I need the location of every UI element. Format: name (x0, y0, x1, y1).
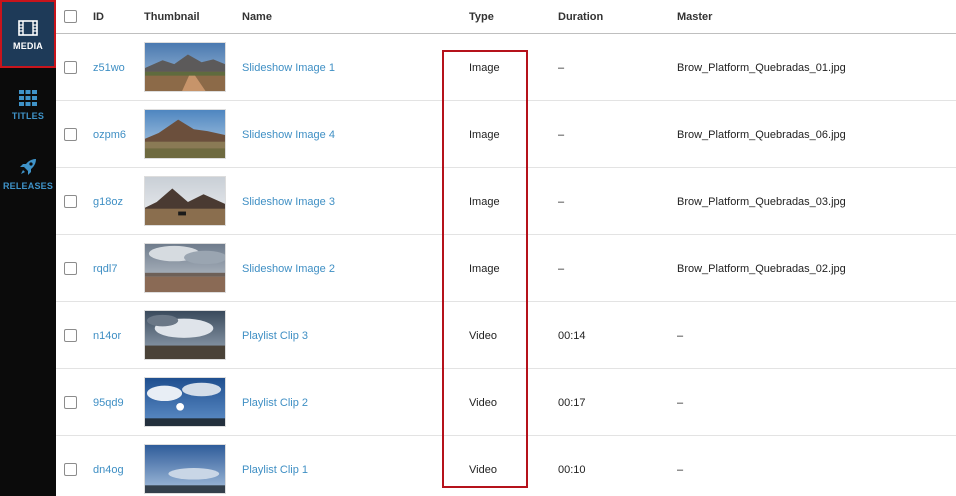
media-type: Video (469, 464, 497, 476)
thumbnail-image[interactable] (144, 109, 226, 159)
media-type: Video (469, 330, 497, 342)
thumbnail-image[interactable] (144, 42, 226, 92)
row-id-link[interactable]: z51wo (93, 62, 125, 74)
media-master-file: Brow_Platform_Quebradas_03.jpg (677, 196, 846, 208)
sidebar-item-titles[interactable]: TITLES (0, 90, 56, 121)
row-checkbox[interactable] (64, 128, 77, 141)
row-checkbox[interactable] (64, 262, 77, 275)
thumbnail-image[interactable] (144, 444, 226, 494)
row-checkbox[interactable] (64, 195, 77, 208)
column-header-type[interactable]: Type (469, 11, 494, 23)
film-icon (18, 20, 38, 36)
row-id-link[interactable]: n14or (93, 330, 121, 342)
sidebar-item-label: MEDIA (13, 41, 43, 51)
media-type: Video (469, 397, 497, 409)
table-row[interactable]: rqdl7 Slideshow Image 2 Image – Brow_Pla… (56, 235, 956, 302)
row-id-link[interactable]: g18oz (93, 196, 123, 208)
media-name-link[interactable]: Playlist Clip 1 (242, 464, 308, 476)
select-all-checkbox[interactable] (64, 10, 77, 23)
media-duration: – (558, 263, 565, 275)
media-type: Image (469, 263, 500, 275)
media-table: ID Thumbnail Name Type Duration Master z… (56, 0, 956, 496)
sidebar-item-releases[interactable]: RELEASES (0, 158, 56, 191)
media-duration: – (558, 62, 565, 74)
row-checkbox[interactable] (64, 396, 77, 409)
media-name-link[interactable]: Slideshow Image 3 (242, 196, 335, 208)
media-name-link[interactable]: Slideshow Image 2 (242, 263, 335, 275)
grid-icon (19, 90, 37, 106)
table-row[interactable]: dn4og Playlist Clip 1 Video 00:10 – (56, 436, 956, 496)
media-duration: – (558, 129, 565, 141)
sidebar-item-label: RELEASES (2, 181, 54, 191)
table-row[interactable]: ozpm6 Slideshow Image 4 Image – Brow_Pla… (56, 101, 956, 168)
thumbnail-image[interactable] (144, 310, 226, 360)
row-checkbox[interactable] (64, 329, 77, 342)
thumbnail-image[interactable] (144, 243, 226, 293)
media-duration: 00:17 (558, 397, 586, 409)
table-row[interactable]: 95qd9 Playlist Clip 2 Video 00:17 – (56, 369, 956, 436)
media-duration: 00:10 (558, 464, 586, 476)
row-id-link[interactable]: 95qd9 (93, 397, 124, 409)
media-name-link[interactable]: Slideshow Image 4 (242, 129, 335, 141)
table-row[interactable]: g18oz Slideshow Image 3 Image – Brow_Pla… (56, 168, 956, 235)
table-row[interactable]: n14or Playlist Clip 3 Video 00:14 – (56, 302, 956, 369)
row-id-link[interactable]: rqdl7 (93, 263, 117, 275)
thumbnail-image[interactable] (144, 176, 226, 226)
sidebar-nav: MEDIA TITLES RELEASES (0, 0, 56, 496)
column-header-name[interactable]: Name (242, 11, 272, 23)
media-master-file: Brow_Platform_Quebradas_06.jpg (677, 129, 846, 141)
row-checkbox[interactable] (64, 463, 77, 476)
media-duration: – (558, 196, 565, 208)
column-header-thumbnail: Thumbnail (144, 11, 200, 23)
sidebar-item-label: TITLES (11, 111, 45, 121)
media-name-link[interactable]: Playlist Clip 2 (242, 397, 308, 409)
media-master-file: – (677, 330, 684, 342)
table-row[interactable]: z51wo Slideshow Image 1 Image – Brow_Pla… (56, 34, 956, 101)
media-master-file: – (677, 464, 684, 476)
column-header-master[interactable]: Master (677, 11, 712, 23)
thumbnail-image[interactable] (144, 377, 226, 427)
media-master-file: – (677, 397, 684, 409)
media-type: Image (469, 129, 500, 141)
column-header-id[interactable]: ID (93, 11, 104, 23)
table-header: ID Thumbnail Name Type Duration Master (56, 0, 956, 34)
media-name-link[interactable]: Playlist Clip 3 (242, 330, 308, 342)
column-header-duration[interactable]: Duration (558, 11, 603, 23)
media-master-file: Brow_Platform_Quebradas_02.jpg (677, 263, 846, 275)
media-type: Image (469, 62, 500, 74)
media-master-file: Brow_Platform_Quebradas_01.jpg (677, 62, 846, 74)
media-name-link[interactable]: Slideshow Image 1 (242, 62, 335, 74)
media-type: Image (469, 196, 500, 208)
row-id-link[interactable]: ozpm6 (93, 129, 126, 141)
sidebar-item-media[interactable]: MEDIA (0, 0, 56, 68)
media-duration: 00:14 (558, 330, 586, 342)
row-id-link[interactable]: dn4og (93, 464, 124, 476)
row-checkbox[interactable] (64, 61, 77, 74)
rocket-icon (20, 159, 36, 175)
